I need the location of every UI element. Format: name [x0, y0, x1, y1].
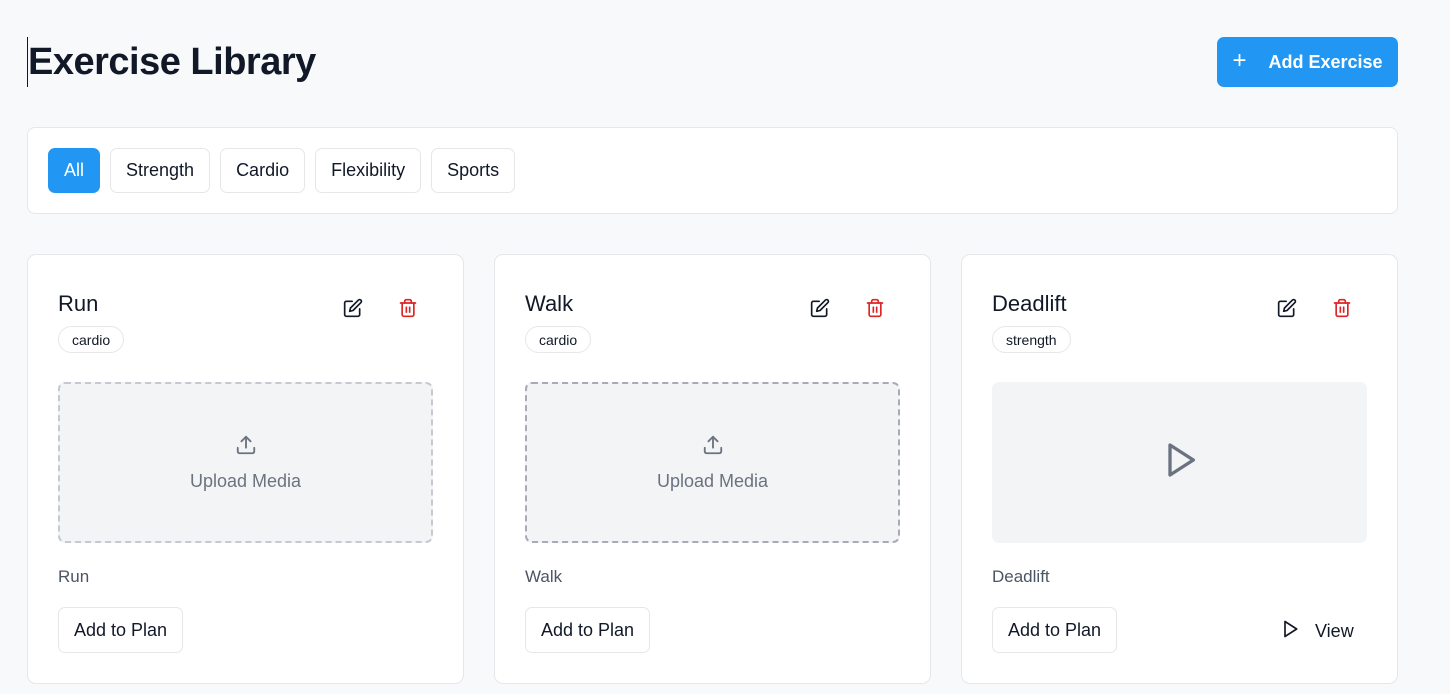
- add-to-plan-button[interactable]: Add to Plan: [58, 607, 183, 653]
- category-tag: cardio: [58, 326, 125, 353]
- edit-icon[interactable]: [1275, 296, 1299, 320]
- video-preview[interactable]: [992, 382, 1367, 543]
- view-button[interactable]: View: [1280, 617, 1354, 645]
- edit-icon[interactable]: [808, 296, 832, 320]
- category-filter-bar: All Strength Cardio Flexibility Sports: [27, 127, 1398, 214]
- upload-media-area[interactable]: Upload Media: [58, 382, 433, 543]
- add-to-plan-button[interactable]: Add to Plan: [525, 607, 650, 653]
- upload-media-label: Upload Media: [656, 470, 769, 491]
- upload-media-label: Upload Media: [189, 470, 302, 491]
- play-icon: [1280, 619, 1300, 644]
- play-icon[interactable]: [1160, 440, 1200, 485]
- add-exercise-button[interactable]: + Add Exercise: [1217, 37, 1398, 87]
- trash-icon[interactable]: [1330, 296, 1354, 320]
- trash-icon[interactable]: [396, 296, 420, 320]
- exercise-description: Walk: [525, 567, 563, 586]
- exercise-name: Walk: [525, 291, 574, 316]
- category-tag: strength: [992, 326, 1071, 353]
- category-tag: cardio: [525, 326, 592, 353]
- filter-cardio[interactable]: Cardio: [220, 148, 306, 193]
- exercise-card-grid: Run cardio Upload Media Run Add to Plan …: [27, 254, 1398, 684]
- exercise-card-run: Run cardio Upload Media Run Add to Plan: [27, 254, 464, 684]
- filter-flexibility[interactable]: Flexibility: [315, 148, 422, 193]
- filter-strength[interactable]: Strength: [110, 148, 211, 193]
- plus-icon: +: [1232, 46, 1247, 74]
- edit-icon[interactable]: [341, 296, 365, 320]
- upload-icon: [702, 434, 724, 461]
- upload-media-area[interactable]: Upload Media: [525, 382, 900, 543]
- exercise-description: Run: [58, 567, 90, 586]
- page-title: Exercise Library: [27, 37, 316, 87]
- exercise-card-deadlift: Deadlift strength Deadlift Add to Plan V…: [961, 254, 1398, 684]
- page-header: Exercise Library + Add Exercise: [27, 37, 1398, 87]
- exercise-card-walk: Walk cardio Upload Media Walk Add to Pla…: [494, 254, 931, 684]
- filter-all[interactable]: All: [48, 148, 101, 193]
- upload-icon: [235, 434, 257, 461]
- exercise-description: Deadlift: [992, 567, 1050, 586]
- exercise-name: Deadlift: [992, 291, 1067, 316]
- add-exercise-label: Add Exercise: [1268, 51, 1383, 72]
- filter-sports[interactable]: Sports: [431, 148, 516, 193]
- exercise-name: Run: [58, 291, 99, 316]
- add-to-plan-button[interactable]: Add to Plan: [992, 607, 1117, 653]
- view-label: View: [1315, 620, 1354, 641]
- exercise-library-page: Exercise Library + Add Exercise All Stre…: [0, 0, 1450, 694]
- trash-icon[interactable]: [863, 296, 887, 320]
